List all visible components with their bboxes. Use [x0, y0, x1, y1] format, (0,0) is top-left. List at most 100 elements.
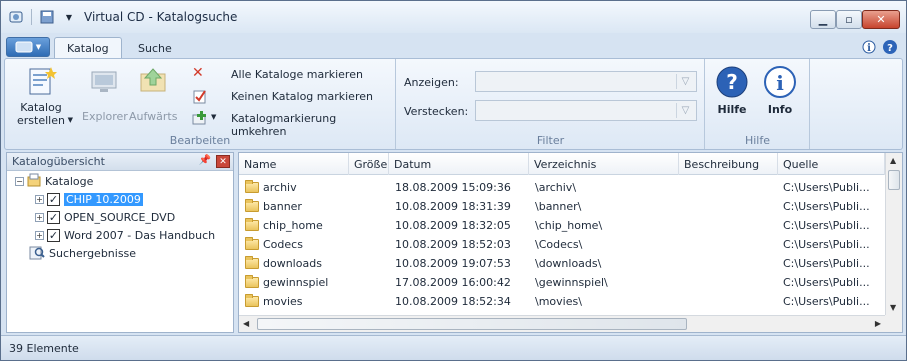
file-list: Name Größe Datum Verzeichnis Beschreibun…	[238, 152, 903, 333]
close-button[interactable]: ✕	[862, 10, 900, 29]
tab-katalog[interactable]: Katalog	[54, 37, 122, 59]
add-catalog-icon[interactable]	[192, 110, 208, 126]
dropdown-arrow-icon[interactable]: ▼	[211, 113, 216, 121]
info-icon: i	[763, 65, 797, 99]
folder-icon	[245, 180, 259, 193]
application-menu-button[interactable]: ▼	[6, 37, 50, 57]
explorer-label: Explorer	[82, 110, 128, 123]
cell-size	[354, 178, 389, 197]
tree-root-kataloge[interactable]: − Kataloge	[15, 173, 93, 190]
expand-icon[interactable]: +	[35, 231, 44, 240]
cell-date: 17.08.2009 16:00:42	[395, 276, 511, 289]
horizontal-scrollbar[interactable]: ◀ ▶	[239, 315, 885, 332]
alle-kataloge-markieren-button[interactable]: Alle Kataloge markieren	[231, 68, 363, 81]
filter-icon[interactable]: ▽	[676, 74, 694, 89]
vertical-scroll-thumb[interactable]	[888, 170, 900, 190]
ribbon-tabs: ▼ Katalog Suche i ?	[1, 35, 906, 59]
app-icon[interactable]	[7, 8, 25, 26]
anzeigen-input[interactable]: ▽	[475, 71, 697, 92]
cell-dir: \movies\	[535, 295, 582, 308]
scroll-down-icon[interactable]: ▼	[890, 303, 896, 312]
cell-size	[354, 254, 389, 273]
cell-name: chip_home	[263, 219, 323, 232]
cell-desc	[684, 216, 778, 235]
keinen-katalog-markieren-button[interactable]: Keinen Katalog markieren	[231, 90, 373, 103]
delete-icon[interactable]: ✕	[192, 66, 208, 82]
cell-name: Codecs	[263, 238, 303, 251]
catalog-checkbox[interactable]: ✓	[47, 229, 60, 242]
list-header: Name Größe Datum Verzeichnis Beschreibun…	[239, 153, 885, 175]
new-catalog-icon	[25, 65, 57, 97]
collapse-icon[interactable]: −	[15, 177, 24, 186]
chevron-down-icon: ▼	[67, 116, 73, 124]
cell-size	[354, 197, 389, 216]
scroll-up-icon[interactable]: ▲	[890, 156, 896, 165]
expand-icon[interactable]: +	[35, 195, 44, 204]
pin-icon[interactable]: 📌	[199, 155, 211, 166]
folder-up-icon	[137, 65, 169, 97]
verstecken-input[interactable]: ▽	[475, 100, 697, 121]
filter-icon[interactable]: ▽	[676, 103, 694, 118]
cell-date: 10.08.2009 19:07:53	[395, 257, 511, 270]
table-row[interactable]: Codecs 10.08.2009 18:52:03 \Codecs\ C:\U…	[239, 235, 885, 254]
explorer-button[interactable]: Explorer	[82, 65, 128, 123]
table-row[interactable]: gewinnspiel 17.08.2009 16:00:42 \gewinns…	[239, 273, 885, 292]
folder-icon	[245, 237, 259, 250]
info-small-icon[interactable]: i	[861, 39, 877, 58]
aufwaerts-button[interactable]: Aufwärts	[129, 65, 177, 123]
column-header-verzeichnis[interactable]: Verzeichnis	[529, 153, 679, 175]
hilfe-button[interactable]: ? Hilfe	[712, 65, 752, 116]
table-row[interactable]: movies 10.08.2009 18:52:34 \movies\ C:\U…	[239, 292, 885, 311]
column-header-beschreibung[interactable]: Beschreibung	[679, 153, 778, 175]
tab-suche[interactable]: Suche	[126, 37, 184, 59]
catalog-checkbox[interactable]: ✓	[47, 193, 60, 206]
column-header-name[interactable]: Name	[239, 153, 349, 175]
horizontal-scroll-thumb[interactable]	[257, 318, 687, 330]
cell-size	[354, 292, 389, 311]
column-header-quelle[interactable]: Quelle	[778, 153, 885, 175]
ribbon: Katalog erstellen ▼ Explorer Aufwärts ✕	[4, 58, 903, 150]
scroll-left-icon[interactable]: ◀	[243, 319, 249, 328]
cell-source: C:\Users\Publi...	[783, 295, 870, 308]
svg-text:?: ?	[726, 70, 738, 94]
vertical-scrollbar[interactable]: ▲ ▼	[885, 153, 902, 315]
table-row[interactable]: archiv 18.08.2009 15:09:36 \archiv\ C:\U…	[239, 178, 885, 197]
save-icon[interactable]	[38, 8, 56, 26]
table-row[interactable]: downloads 10.08.2009 19:07:53 \downloads…	[239, 254, 885, 273]
anzeigen-label: Anzeigen:	[404, 76, 459, 89]
cell-date: 10.08.2009 18:31:39	[395, 200, 511, 213]
cell-size	[354, 235, 389, 254]
scroll-right-icon[interactable]: ▶	[875, 319, 881, 328]
folder-icon	[245, 275, 259, 288]
cell-dir: \gewinnspiel\	[535, 276, 608, 289]
group-filter: Anzeigen: ▽ Verstecken: ▽ Filter	[397, 59, 705, 149]
maximize-button[interactable]: ▫	[836, 10, 862, 29]
column-header-datum[interactable]: Datum	[389, 153, 529, 175]
status-bar: 39 Elemente	[1, 335, 906, 360]
info-button[interactable]: i Info	[760, 65, 800, 116]
tree-item-catalog[interactable]: + ✓ OPEN_SOURCE_DVD	[35, 209, 175, 226]
column-header-groesse[interactable]: Größe	[349, 153, 389, 175]
customize-toolbar-icon[interactable]: ▼	[60, 8, 78, 26]
table-row[interactable]: banner 10.08.2009 18:31:39 \banner\ C:\U…	[239, 197, 885, 216]
cell-desc	[684, 254, 778, 273]
check-edit-icon[interactable]	[192, 88, 208, 104]
catalog-checkbox[interactable]: ✓	[47, 211, 60, 224]
cell-size	[354, 273, 389, 292]
tree-item-catalog[interactable]: + ✓ Word 2007 - Das Handbuch	[35, 227, 215, 244]
tree-item-catalog[interactable]: + ✓ CHIP 10.2009	[35, 191, 143, 208]
group-label-filter: Filter	[536, 134, 565, 147]
cell-date: 10.08.2009 18:52:03	[395, 238, 511, 251]
cell-source: C:\Users\Publi...	[783, 219, 870, 232]
cell-name: gewinnspiel	[263, 276, 329, 289]
tree-item-suchergebnisse[interactable]: Suchergebnisse	[29, 245, 136, 262]
expand-icon[interactable]: +	[35, 213, 44, 222]
window-title: Virtual CD - Katalogsuche	[84, 10, 238, 24]
katalog-erstellen-button[interactable]: Katalog erstellen ▼	[11, 65, 73, 127]
minimize-button[interactable]: ▁	[810, 10, 836, 29]
help-small-icon[interactable]: ?	[882, 39, 898, 58]
katalog-erstellen-label: Katalog erstellen	[17, 101, 65, 127]
table-row[interactable]: chip_home 10.08.2009 18:32:05 \chip_home…	[239, 216, 885, 235]
close-panel-icon[interactable]: ✕	[216, 155, 230, 168]
cell-desc	[684, 178, 778, 197]
